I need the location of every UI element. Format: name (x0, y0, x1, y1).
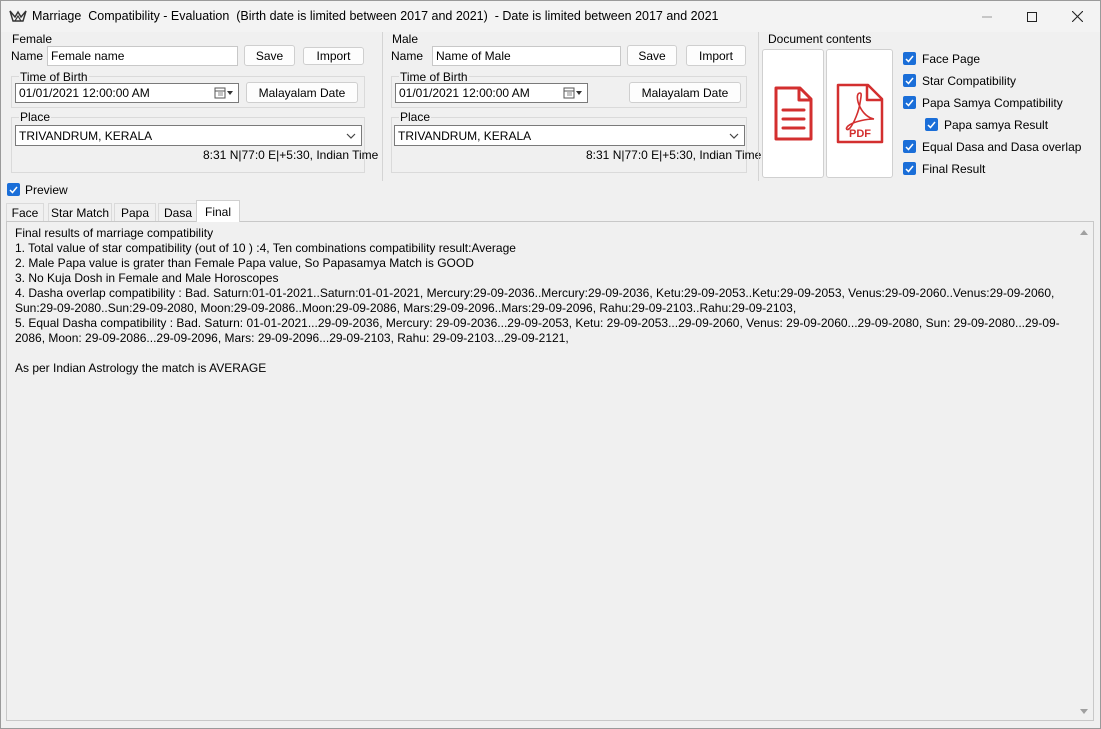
checkmark-icon (927, 121, 936, 129)
minimize-button[interactable] (964, 1, 1010, 32)
female-save-button[interactable]: Save (244, 45, 295, 66)
result-line: As per Indian Astrology the match is AVE… (15, 361, 267, 375)
minimize-icon (982, 16, 992, 17)
female-place-value: TRIVANDRUM, KERALA (19, 128, 153, 143)
app-logo-icon (9, 10, 27, 22)
papa-samya-result-label: Papa samya Result (944, 118, 1049, 132)
calendar-dropdown-icon (563, 87, 582, 99)
close-button[interactable] (1054, 1, 1100, 32)
male-name-input[interactable] (432, 46, 621, 66)
star-compatibility-checkbox[interactable] (903, 74, 916, 87)
female-place-combo[interactable]: TRIVANDRUM, KERALA (15, 125, 362, 146)
male-tob-value: 01/01/2021 12:00:00 AM (399, 86, 530, 100)
checkmark-icon (905, 77, 914, 85)
papa-samya-result-checkbox[interactable] (925, 118, 938, 131)
tab-face[interactable]: Face (6, 203, 44, 222)
equal-dasa-label: Equal Dasa and Dasa overlap (922, 140, 1082, 154)
divider (382, 32, 383, 181)
male-group-label: Male (391, 32, 420, 46)
checkmark-icon (905, 143, 914, 151)
tab-final[interactable]: Final (196, 200, 240, 222)
male-place-value: TRIVANDRUM, KERALA (398, 128, 532, 143)
papa-samya-compatibility-checkbox[interactable] (903, 96, 916, 109)
calendar-dropdown-icon (214, 87, 233, 99)
checkmark-icon (905, 99, 914, 107)
tab-papa-label: Papa (120, 206, 150, 220)
tab-final-label: Final (204, 204, 231, 219)
final-result-textarea[interactable]: Final results of marriage compatibility … (6, 221, 1094, 721)
checkmark-icon (905, 165, 914, 173)
face-page-label: Face Page (922, 52, 981, 66)
vertical-scrollbar[interactable] (1077, 224, 1091, 718)
final-result-label: Final Result (922, 162, 986, 176)
pdf-export-button[interactable]: PDF (826, 49, 893, 178)
tab-star-match-label: Star Match (50, 206, 110, 220)
document-icon (774, 86, 813, 140)
pdf-icon: PDF (836, 83, 883, 143)
papa-samya-compatibility-label: Papa Samya Compatibility (922, 96, 1063, 110)
female-name-input[interactable] (47, 46, 238, 66)
checkmark-icon (9, 186, 18, 194)
male-place-combo[interactable]: TRIVANDRUM, KERALA (394, 125, 745, 146)
tab-papa[interactable]: Papa (114, 203, 156, 222)
result-text: Final results of marriage compatibility … (15, 226, 1075, 376)
document-export-button[interactable] (762, 49, 824, 178)
title-bar: Marriage Compatibility - Evaluation (Bir… (1, 1, 1100, 32)
result-line: 5. Equal Dasha compatibility : Bad. Satu… (15, 316, 1060, 345)
close-icon (1071, 11, 1083, 22)
window-title: Marriage Compatibility - Evaluation (Bir… (32, 9, 719, 23)
document-contents-label: Document contents (767, 32, 873, 46)
female-place-label: Place (19, 110, 52, 124)
female-tob-datepicker[interactable]: 01/01/2021 12:00:00 AM (15, 83, 239, 103)
chevron-down-icon (729, 133, 739, 139)
result-line: 4. Dasha overlap compatibility : Bad. Sa… (15, 286, 1055, 315)
maximize-button[interactable] (1009, 1, 1055, 32)
female-import-button[interactable]: Import (303, 47, 364, 65)
female-tob-value: 01/01/2021 12:00:00 AM (19, 86, 150, 100)
result-line: 1. Total value of star compatibility (ou… (15, 241, 516, 255)
male-tob-datepicker[interactable]: 01/01/2021 12:00:00 AM (395, 83, 588, 103)
male-save-button[interactable]: Save (627, 45, 677, 66)
scroll-down-icon[interactable] (1079, 706, 1089, 716)
male-tob-label: Time of Birth (399, 70, 469, 84)
chevron-down-icon (346, 133, 356, 139)
main-window: Marriage Compatibility - Evaluation (Bir… (0, 0, 1101, 729)
tab-star-match[interactable]: Star Match (48, 203, 112, 222)
star-compatibility-label: Star Compatibility (922, 74, 1017, 88)
scroll-up-icon[interactable] (1079, 228, 1089, 238)
result-line: Final results of marriage compatibility (15, 226, 214, 240)
checkmark-icon (905, 55, 914, 63)
tab-face-label: Face (11, 206, 39, 220)
female-malayalam-date-button[interactable]: Malayalam Date (246, 82, 358, 103)
male-coordinates: 8:31 N|77:0 E|+5:30, Indian Time (586, 148, 762, 162)
maximize-icon (1027, 11, 1037, 22)
equal-dasa-checkbox[interactable] (903, 140, 916, 153)
face-page-checkbox[interactable] (903, 52, 916, 65)
result-line: 3. No Kuja Dosh in Female and Male Horos… (15, 271, 279, 285)
preview-checkbox[interactable] (7, 183, 20, 196)
result-line (15, 346, 1075, 361)
pdf-label: PDF (849, 128, 871, 140)
final-result-checkbox[interactable] (903, 162, 916, 175)
male-place-label: Place (399, 110, 432, 124)
male-malayalam-date-button[interactable]: Malayalam Date (629, 82, 741, 103)
female-name-label: Name (11, 49, 44, 63)
result-line: 2. Male Papa value is grater than Female… (15, 256, 474, 270)
female-coordinates: 8:31 N|77:0 E|+5:30, Indian Time (203, 148, 379, 162)
tab-dasa-label: Dasa (163, 206, 192, 220)
female-tob-label: Time of Birth (19, 70, 89, 84)
male-import-button[interactable]: Import (686, 45, 746, 66)
female-group-label: Female (11, 32, 54, 46)
male-name-label: Name (391, 49, 424, 63)
preview-label: Preview (25, 183, 68, 197)
divider (758, 32, 759, 181)
tab-dasa[interactable]: Dasa (158, 203, 198, 222)
